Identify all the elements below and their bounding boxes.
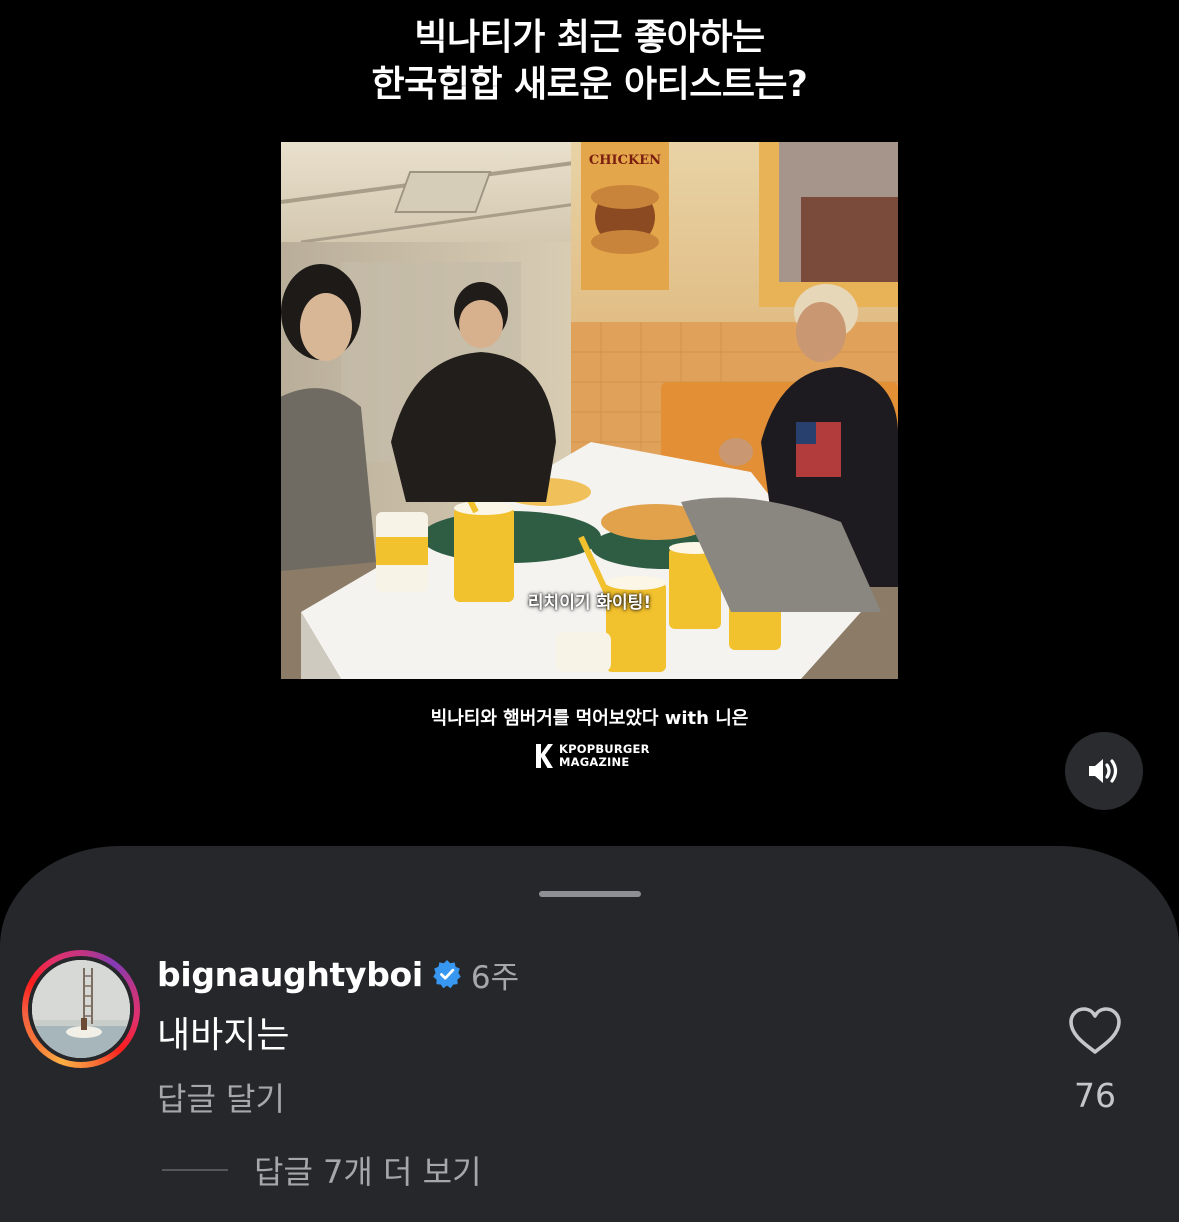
video-subtitle: 리치이기 화이팅!	[527, 593, 652, 613]
avatar[interactable]	[32, 960, 130, 1058]
comment-time: 6주	[470, 959, 520, 996]
brand-logo: KPOPBURGER MAGAZINE	[534, 742, 650, 770]
video-title-line2: 한국힙합 새로운 아티스트는?	[371, 64, 808, 105]
sheet-drag-handle[interactable]	[539, 891, 641, 897]
avatar-story-ring[interactable]	[22, 950, 140, 1068]
video-title-line1: 빅나티가 최근 좋아하는	[414, 17, 765, 58]
brand-wordmark: KPOPBURGER MAGAZINE	[559, 743, 650, 769]
reply-button[interactable]: 답글 달기	[157, 1074, 285, 1120]
heart-outline-icon	[1069, 1007, 1121, 1054]
speaker-on-icon	[1089, 759, 1118, 783]
k-logo-icon	[534, 743, 554, 769]
sound-toggle-button[interactable]	[1065, 732, 1143, 810]
video-caption: 빅나티와 햄버거를 먹어보았다 with 니은	[430, 708, 749, 729]
like-button[interactable]	[1068, 1006, 1122, 1056]
brand-line2: MAGAZINE	[559, 755, 630, 769]
avatar-image	[32, 960, 130, 1058]
poster-text: CHICKEN	[589, 153, 661, 168]
comment-username[interactable]: bignaughtyboi	[157, 955, 423, 994]
replies-divider-line	[162, 1169, 228, 1171]
view-more-replies-button[interactable]: 답글 7개 더 보기	[162, 1146, 482, 1194]
comments-sheet: bignaughtyboi 6주 내바지는 답글 달기 76 답글 7개 더 보…	[0, 846, 1179, 1222]
verified-badge-icon	[432, 959, 462, 989]
comment-text: 내바지는	[157, 1015, 290, 1056]
like-count: 76	[1074, 1076, 1116, 1115]
video-title: 빅나티가 최근 좋아하는 한국힙합 새로운 아티스트는?	[0, 14, 1179, 108]
view-more-replies-label: 답글 7개 더 보기	[254, 1153, 482, 1191]
comment-header: bignaughtyboi 6주	[157, 950, 519, 998]
reels-comment-screen: 빅나티가 최근 좋아하는 한국힙합 새로운 아티스트는? CHICKEN 리치이…	[0, 0, 1179, 1222]
